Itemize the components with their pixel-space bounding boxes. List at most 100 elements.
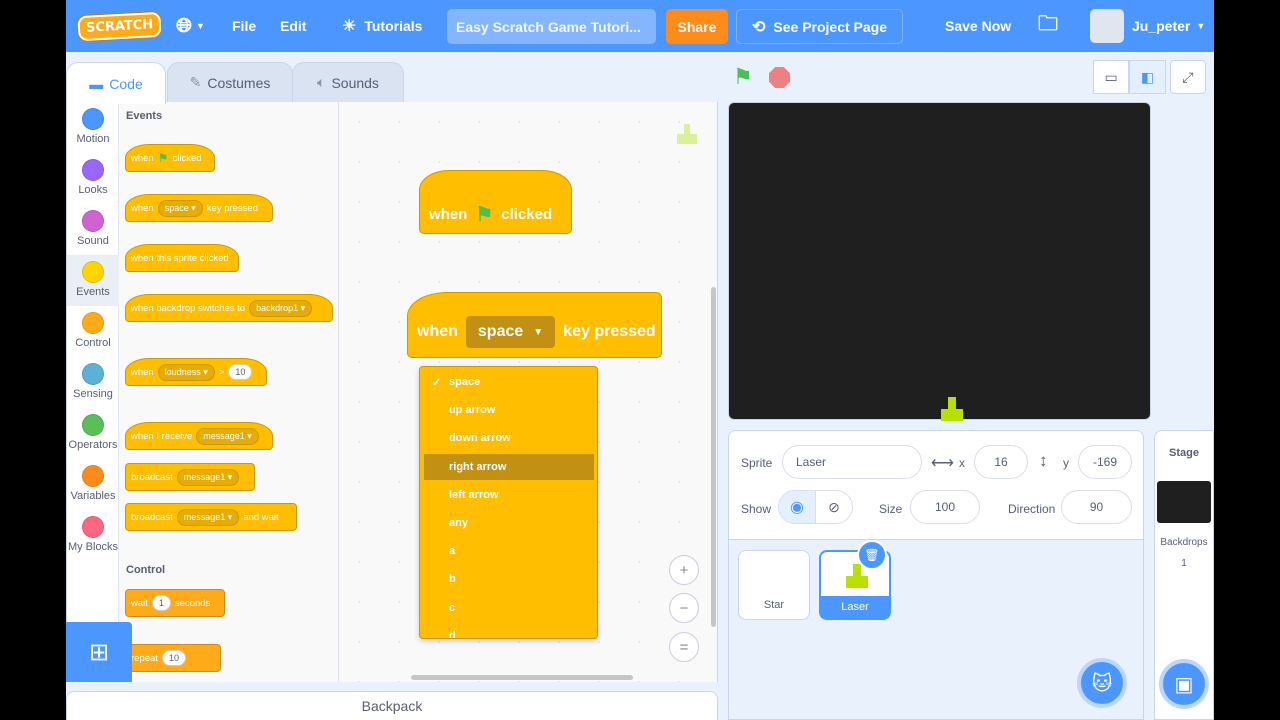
tab-code[interactable]: ▬ Code [66,62,166,104]
stop-button[interactable] [769,67,790,88]
size-input[interactable]: 100 [910,490,980,524]
tab-sounds[interactable]: 🔈︎ Sounds [292,62,404,102]
stage-selector[interactable]: Stage Backdrops 1 ▣ [1154,430,1214,720]
show-visible-button[interactable]: ◉ [778,490,816,524]
dropdown-option[interactable]: c [424,595,594,621]
category-looks[interactable]: Looks [67,153,119,204]
script-when-flag-clicked[interactable]: when ⚑ clicked [419,170,572,234]
folder-icon[interactable]: 🗀 [1038,0,1058,52]
tutorials-button[interactable]: ☀ Tutorials [342,0,422,52]
show-hidden-button[interactable]: ⊘ [815,490,853,524]
wait-value[interactable]: 1 [151,595,171,611]
block-when-loudness[interactable]: when loudness ▾ >10 [125,358,267,386]
block-broadcast-and-wait[interactable]: broadcast message1 ▾ and wait [125,503,297,531]
delete-sprite-button[interactable]: 🗑︎ [857,540,887,570]
script-workspace[interactable]: when ⚑ clicked when space ▼ key pressed ✓ sp… [339,102,717,682]
menu-bar: SCRATCH 🌐︎ ▼ File Edit ☀ Tutorials Easy Sc… [66,0,1214,52]
dropdown-option[interactable]: up arrow [424,397,594,423]
vertical-arrows-icon: ↕ [1039,451,1048,470]
loudness-dropdown[interactable]: loudness ▾ [157,363,215,381]
block-when-flag-clicked[interactable]: when ⚑ clicked [125,144,215,172]
sprite-tile-star[interactable]: ✦ Star [738,550,810,620]
scratch-logo[interactable]: SCRATCH [77,0,162,52]
block-palette: Events when ⚑ clicked when space ▾ key press… [119,102,385,682]
control-heading: Control [126,564,166,576]
category-my-blocks[interactable]: My Blocks [67,510,119,561]
category-color-dot [82,312,104,334]
fullscreen-button[interactable]: ⤢ [1169,60,1206,94]
category-sensing[interactable]: Sensing [67,357,119,408]
category-sound[interactable]: Sound [67,204,119,255]
sprite-name-input[interactable]: Laser [782,445,922,479]
small-stage-button[interactable]: ▭ [1093,60,1130,94]
dropdown-option[interactable]: any [424,510,594,536]
backdrop-dropdown[interactable]: backdrop1 ▾ [249,299,313,317]
category-label: Sensing [73,388,113,400]
dropdown-option-label: c [449,601,456,614]
x-input[interactable]: 16 [974,445,1028,479]
category-control[interactable]: Control [67,306,119,357]
green-flag-button[interactable]: ⚑ [733,64,753,90]
file-menu[interactable]: File [232,0,256,52]
save-now-button[interactable]: Save Now [945,0,1011,52]
block-when-backdrop-switches[interactable]: when backdrop switches to backdrop1 ▾ [125,294,333,322]
language-menu[interactable]: 🌐︎ ▼ [176,0,205,52]
dropdown-option[interactable]: down arrow [424,425,594,451]
repeat-value[interactable]: 10 [161,650,186,666]
caret-down-icon: ▼ [533,326,544,338]
block-wait-seconds[interactable]: wait 1 seconds [125,589,225,617]
choose-sprite-button[interactable]: 🐱︎ [1077,658,1127,708]
y-input[interactable]: -169 [1078,445,1132,479]
dropdown-option[interactable]: left arrow [424,482,594,508]
category-menu: Motion Looks Sound Events Control Sensing Oper… [67,102,119,682]
workspace-vertical-scrollbar[interactable] [711,287,716,627]
choose-backdrop-button[interactable]: ▣ [1159,659,1209,709]
workspace-horizontal-scrollbar[interactable] [411,675,633,680]
y-label: y [1063,456,1069,470]
block-broadcast[interactable]: broadcast message1 ▾ [125,463,255,491]
category-label: Events [76,286,110,298]
stage-canvas[interactable] [728,102,1151,421]
category-variables[interactable]: Variables [67,459,119,510]
script-when-key-pressed[interactable]: when space ▼ key pressed [407,292,662,358]
share-button[interactable]: Share [666,9,728,44]
tab-costumes[interactable]: ✎ Costumes [167,62,293,102]
key-dropdown[interactable]: space ▾ [157,199,203,217]
category-operators[interactable]: Operators [67,408,119,459]
add-extension-button[interactable]: ⊞ [66,622,132,682]
project-title-input[interactable]: Easy Scratch Game Tutori... [447,9,656,44]
see-project-page-button[interactable]: ⟲ See Project Page [736,9,903,44]
category-events[interactable]: Events [67,255,119,306]
dropdown-option[interactable]: ✓ space [424,369,594,395]
normal-stage-icon: ◧ [1140,68,1155,85]
dropdown-option[interactable]: d [424,623,594,639]
backpack[interactable]: Backpack [66,691,718,720]
message-dropdown[interactable]: message1 ▾ [176,468,240,486]
message-dropdown[interactable]: message1 ▾ [176,508,240,526]
laser-sprite[interactable] [941,397,963,421]
dropdown-option[interactable]: b [424,566,594,592]
block-when-i-receive[interactable]: when I receive message1 ▾ [125,422,273,450]
dropdown-option[interactable]: right arrow [424,453,594,480]
block-repeat[interactable]: repeat 10 [125,644,221,672]
block-when-sprite-clicked[interactable]: when this sprite clicked [125,244,239,272]
zoom-out-button[interactable]: − [669,593,699,623]
zoom-in-button[interactable]: + [669,555,699,585]
category-motion[interactable]: Motion [67,102,119,153]
edit-menu[interactable]: Edit [280,0,306,52]
zoom-reset-button[interactable]: = [669,632,699,662]
sprite-label: Sprite [741,456,773,470]
key-dropdown[interactable]: space ▼ [465,316,556,348]
loudness-value[interactable]: 10 [228,364,253,380]
direction-input[interactable]: 90 [1061,490,1132,524]
dropdown-option[interactable]: a [424,538,594,564]
chevron-down-icon: ▼ [1196,21,1206,31]
zoom-out-icon: − [679,599,689,617]
dropdown-option-label: d [449,629,456,639]
message-dropdown[interactable]: message1 ▾ [196,427,259,445]
block-when-key-pressed[interactable]: when space ▾ key pressed [125,194,273,222]
normal-stage-button[interactable]: ◧ [1129,60,1166,94]
green-flag-icon: ⚑ [475,203,494,226]
account-menu[interactable]: Ju_peter ▼ [1090,0,1205,52]
image-icon: ▣ [1174,673,1194,696]
